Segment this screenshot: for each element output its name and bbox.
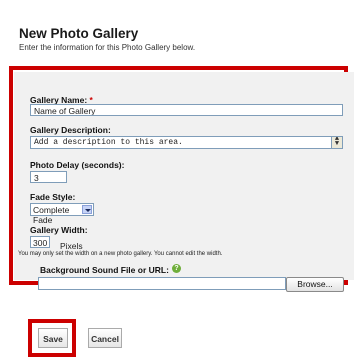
help-icon[interactable]: ? [172,264,181,273]
background-sound-label: Background Sound File or URL: [40,265,169,275]
photo-delay-label: Photo Delay (seconds): [30,160,125,170]
gallery-width-note: You may only set the width on a new phot… [18,251,223,257]
page-title: New Photo Gallery [19,26,139,41]
page-subtitle: Enter the information for this Photo Gal… [19,43,196,52]
gallery-description-textarea[interactable]: Add a description to this area. ▲ ▼ [30,136,343,149]
gallery-description-text: Add a description to this area. [34,138,183,147]
photo-delay-input[interactable]: 3 [30,171,67,183]
chevron-down-icon[interactable] [82,205,92,214]
fade-style-label: Fade Style: [30,192,76,202]
save-button[interactable]: Save [38,328,68,348]
scroll-arrows-icon[interactable]: ▲ ▼ [331,137,342,148]
background-sound-input[interactable] [38,277,286,290]
cancel-button[interactable]: Cancel [88,328,122,348]
gallery-name-input[interactable]: Name of Gallery [30,104,343,116]
fade-style-select[interactable]: Complete Fade [30,203,94,225]
gallery-width-label: Gallery Width: [30,225,88,235]
gallery-width-unit: Pixels [60,241,83,251]
gallery-width-input[interactable]: 300 [30,236,50,248]
browse-button[interactable]: Browse... [286,277,344,292]
gallery-description-label: Gallery Description: [30,125,111,135]
